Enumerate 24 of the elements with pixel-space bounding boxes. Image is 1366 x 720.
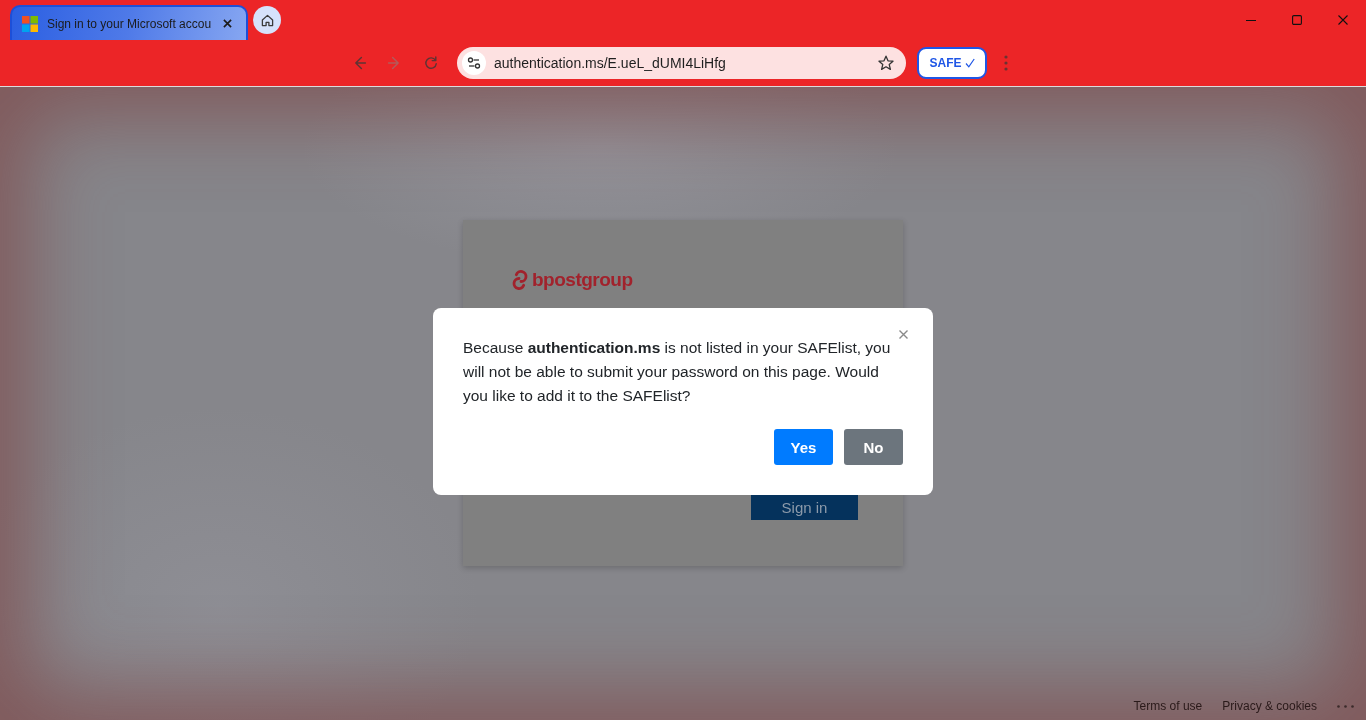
home-icon bbox=[260, 13, 274, 27]
star-icon[interactable] bbox=[878, 55, 894, 71]
footer-link[interactable]: Privacy & cookies bbox=[1222, 699, 1317, 713]
address-field[interactable]: authentication.ms/E.ueL_dUMI4LiHfg bbox=[457, 47, 906, 79]
more-icon[interactable] bbox=[1004, 55, 1008, 71]
maximize-icon[interactable] bbox=[1292, 15, 1302, 25]
home-button[interactable] bbox=[253, 6, 281, 34]
footer-link[interactable]: Terms of use bbox=[1133, 699, 1203, 713]
swirl-logo-icon bbox=[512, 269, 528, 291]
close-icon[interactable] bbox=[223, 19, 232, 28]
four-squares-icon bbox=[22, 15, 38, 32]
minimize-icon[interactable] bbox=[1246, 19, 1256, 21]
browser-tab[interactable]: Sign in to your Microsoft accou bbox=[10, 5, 248, 40]
check-icon bbox=[964, 58, 975, 68]
secondary-button[interactable]: No bbox=[844, 429, 903, 465]
close-icon[interactable] bbox=[1338, 15, 1348, 25]
reload-icon[interactable] bbox=[423, 55, 439, 71]
close-icon[interactable] bbox=[899, 330, 908, 339]
primary-button[interactable]: Yes bbox=[774, 429, 833, 465]
safe-button[interactable]: SAFE bbox=[917, 47, 987, 79]
sliders-icon[interactable] bbox=[462, 51, 486, 75]
dialog-message: Because authentication.ms is not listed in your SAFElist, you will not be able to submit your password on this page. Would you like to add it to the SAFElist? bbox=[463, 338, 892, 406]
logo-text: bpostgroup bbox=[532, 269, 633, 291]
more-icon[interactable] bbox=[1337, 704, 1354, 708]
